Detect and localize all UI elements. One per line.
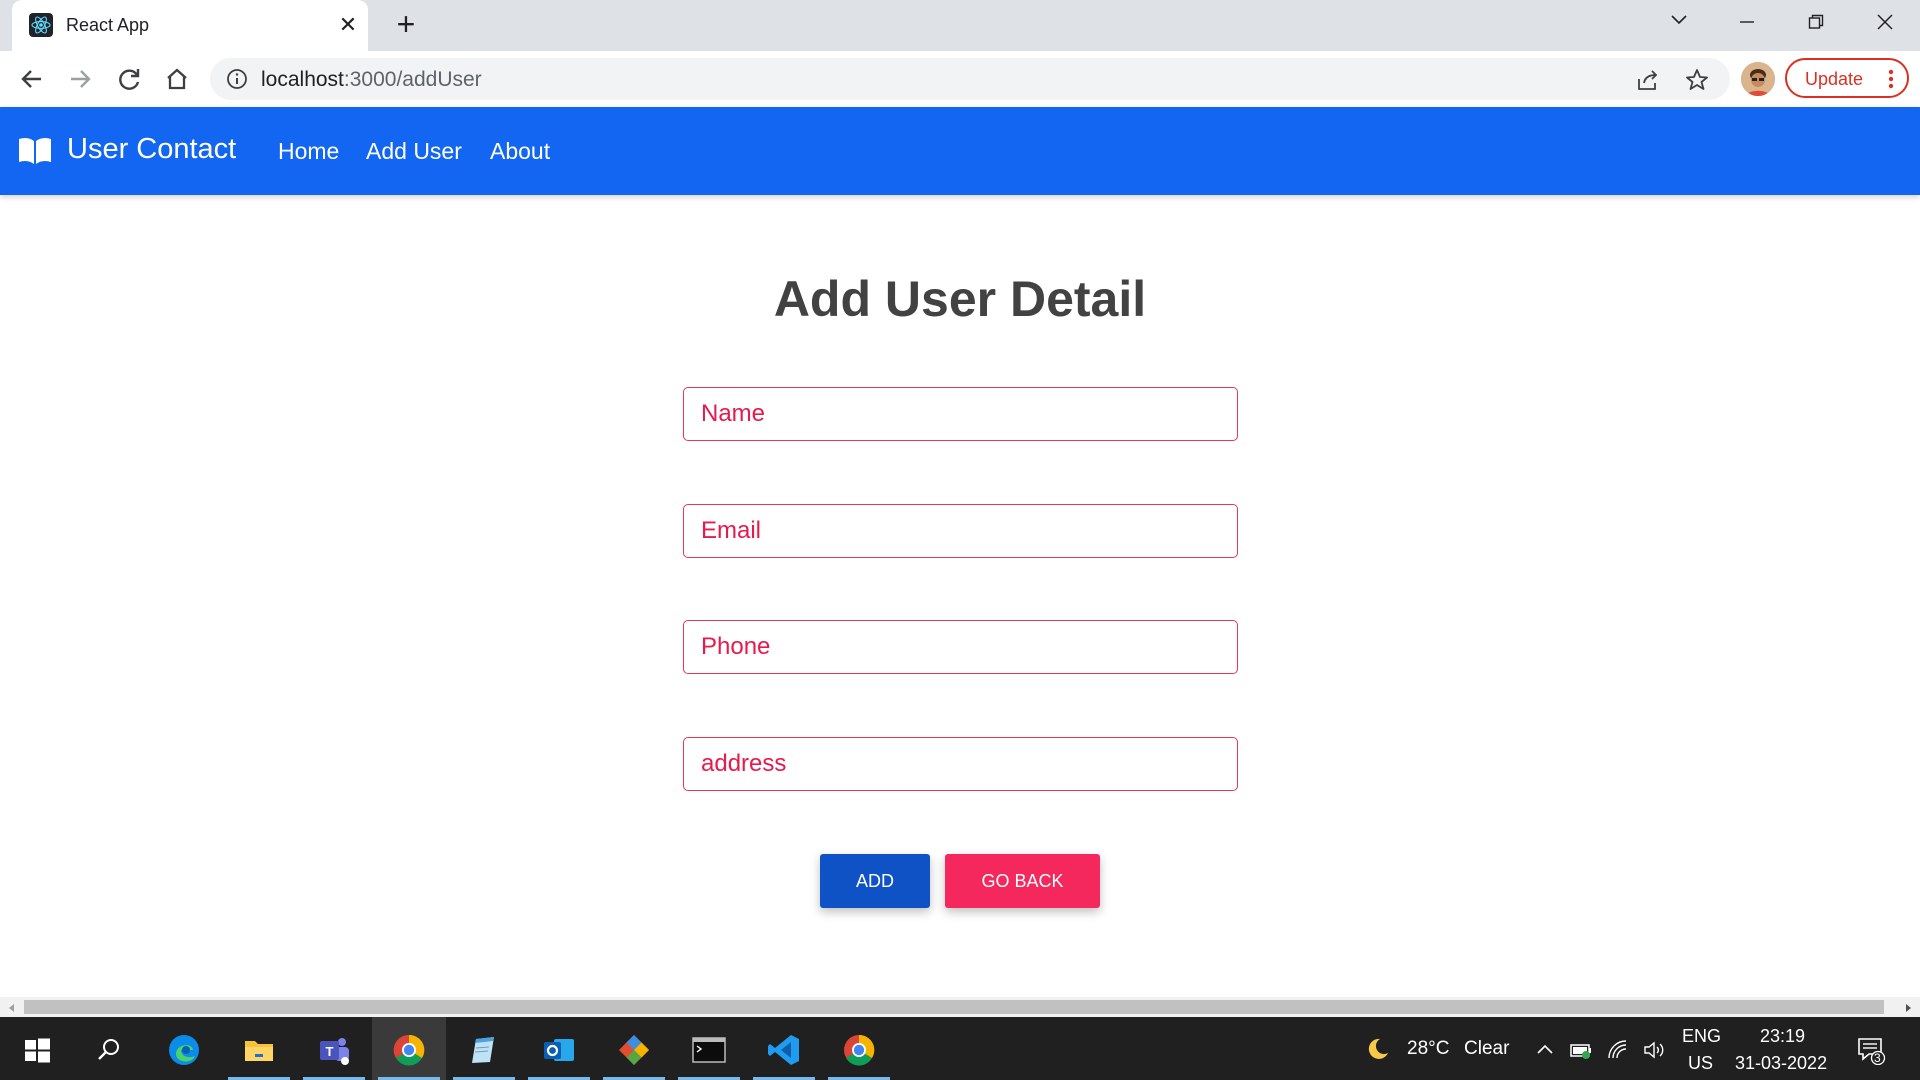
new-tab-icon[interactable]: + xyxy=(390,8,422,41)
phone-input[interactable] xyxy=(684,621,1237,673)
edge-icon[interactable] xyxy=(147,1017,221,1080)
update-label: Update xyxy=(1805,69,1864,89)
taskbar: T 28°C Clear ENG US 23:19 31-03-2022 3 xyxy=(0,1017,1920,1080)
add-button[interactable]: ADD xyxy=(820,854,930,908)
book-open-icon xyxy=(17,136,53,166)
clock-time[interactable]: 23:19 xyxy=(1760,1026,1805,1047)
email-input[interactable] xyxy=(684,505,1237,557)
wifi-icon[interactable] xyxy=(1606,1038,1630,1062)
address-bar[interactable]: localhost:3000/addUser xyxy=(210,58,1730,100)
reload-icon[interactable] xyxy=(111,61,147,97)
close-window-icon[interactable] xyxy=(1865,6,1905,38)
url-host: localhost xyxy=(261,68,344,91)
outlook-icon[interactable] xyxy=(522,1017,596,1080)
app-navbar: User Contact Home Add User About xyxy=(0,107,1920,195)
vscode-icon[interactable] xyxy=(747,1017,821,1080)
go-back-button[interactable]: GO BACK xyxy=(945,854,1100,908)
address-field[interactable] xyxy=(683,737,1238,791)
chrome-icon[interactable] xyxy=(372,1017,446,1080)
scroll-left-icon[interactable] xyxy=(6,1001,18,1013)
update-button[interactable]: Update xyxy=(1785,58,1909,98)
battery-icon[interactable] xyxy=(1569,1038,1593,1062)
terminal-icon[interactable] xyxy=(672,1017,746,1080)
close-tab-icon[interactable]: ✕ xyxy=(335,12,361,38)
search-icon[interactable] xyxy=(72,1017,146,1080)
page-title: Add User Detail xyxy=(773,271,1147,327)
nav-link-home[interactable]: Home xyxy=(278,138,339,165)
url-text[interactable]: localhost:3000/addUser xyxy=(261,68,482,92)
windows-start-icon[interactable] xyxy=(0,1017,74,1080)
share-icon[interactable] xyxy=(1635,67,1661,93)
notepad-icon[interactable] xyxy=(447,1017,521,1080)
notification-count: 3 xyxy=(1874,1051,1881,1065)
url-path: :3000/addUser xyxy=(343,68,482,91)
info-icon[interactable] xyxy=(226,68,248,90)
horizontal-scrollbar[interactable] xyxy=(0,997,1920,1017)
weather-temp[interactable]: 28°C xyxy=(1407,1038,1449,1060)
moon-weather-icon[interactable] xyxy=(1364,1036,1388,1060)
notification-icon[interactable]: 3 xyxy=(1856,1035,1886,1066)
minimize-icon[interactable] xyxy=(1727,6,1767,38)
restore-icon[interactable] xyxy=(1796,6,1836,38)
clock-date[interactable]: 31-03-2022 xyxy=(1735,1053,1827,1074)
file-explorer-icon[interactable] xyxy=(222,1017,296,1080)
name-input[interactable] xyxy=(684,388,1237,440)
scrollbar-thumb[interactable] xyxy=(24,1000,1884,1014)
profile-avatar[interactable] xyxy=(1741,62,1775,96)
tab-search-icon[interactable] xyxy=(1659,6,1699,38)
weather-condition[interactable]: Clear xyxy=(1464,1038,1509,1060)
more-menu-icon[interactable] xyxy=(1885,67,1897,91)
nav-link-about[interactable]: About xyxy=(490,138,550,165)
bookmark-star-icon[interactable] xyxy=(1684,67,1710,93)
teams-icon[interactable]: T xyxy=(297,1017,371,1080)
nav-link-add-user[interactable]: Add User xyxy=(366,138,462,165)
svg-text:T: T xyxy=(326,1044,334,1059)
back-arrow-icon[interactable] xyxy=(14,61,50,97)
email-field[interactable] xyxy=(683,504,1238,558)
language-top[interactable]: ENG xyxy=(1682,1026,1721,1047)
tab-title: React App xyxy=(66,15,150,35)
language-bottom[interactable]: US xyxy=(1688,1053,1713,1074)
phone-field[interactable] xyxy=(683,620,1238,674)
react-icon xyxy=(29,13,53,37)
chrome-2-icon[interactable] xyxy=(822,1017,896,1080)
forward-arrow-icon[interactable] xyxy=(62,61,98,97)
chevron-up-icon[interactable] xyxy=(1533,1038,1557,1062)
brand-title[interactable]: User Contact xyxy=(67,133,236,166)
browser-tabstrip: React App ✕ + xyxy=(0,0,1920,51)
speaker-icon[interactable] xyxy=(1642,1038,1666,1062)
git-icon[interactable] xyxy=(597,1017,671,1080)
browser-tab[interactable]: React App ✕ xyxy=(12,0,368,51)
home-icon[interactable] xyxy=(159,61,195,97)
address-input[interactable] xyxy=(684,738,1237,790)
name-field[interactable] xyxy=(683,387,1238,441)
browser-toolbar: localhost:3000/addUser Update xyxy=(0,51,1920,107)
scroll-right-icon[interactable] xyxy=(1902,1001,1914,1013)
